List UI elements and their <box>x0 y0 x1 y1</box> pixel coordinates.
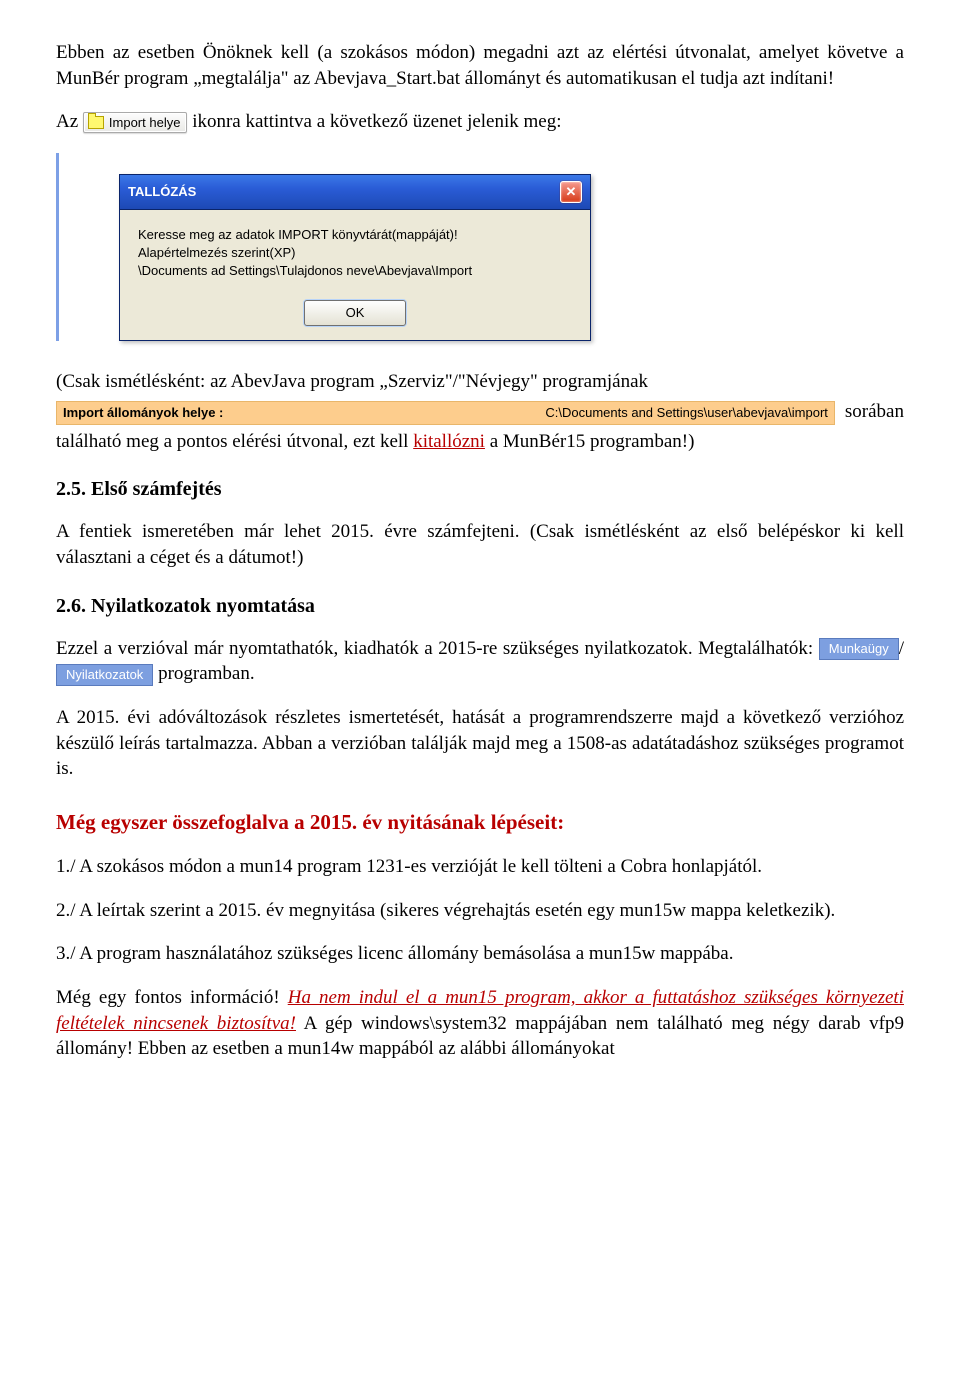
folder-icon <box>88 116 104 129</box>
menu-chip-munkaugy[interactable]: Munkaügy <box>819 638 899 660</box>
close-icon[interactable]: ✕ <box>560 181 582 203</box>
import-helye-button[interactable]: Import helye <box>83 112 188 133</box>
intro-paragraph: Ebben az esetben Önöknek kell (a szokáso… <box>56 40 904 91</box>
heading-2-5: 2.5. Első számfejtés <box>56 476 904 503</box>
p26a-text: Ezzel a verzióval már nyomtathatók, kiad… <box>56 638 819 659</box>
heading-2-6: 2.6. Nyilatkozatok nyomtatása <box>56 593 904 620</box>
after-dialog-pre: (Csak ismétlésként: az AbevJava program … <box>56 369 904 395</box>
menu-chip-nyilatkozatok[interactable]: Nyilatkozatok <box>56 664 153 686</box>
ok-button[interactable]: OK <box>304 300 406 326</box>
import-path-value: C:\Documents and Settings\user\abevjava\… <box>545 405 828 421</box>
after-dialog-block: (Csak ismétlésként: az AbevJava program … <box>56 369 904 454</box>
step-2: 2./ A leírtak szerint a 2015. év megnyit… <box>56 898 904 924</box>
import-helye-label: Import helye <box>109 115 181 130</box>
dialog-line3: \Documents ad Settings\Tulajdonos neve\A… <box>138 262 572 280</box>
dialog-button-row: OK <box>120 296 590 340</box>
last-paragraph: Még egy fontos információ! Ha nem indul … <box>56 985 904 1062</box>
icon-line: Az Import helye ikonra kattintva a követ… <box>56 109 904 135</box>
import-path-bar: Import állományok helye : C:\Documents a… <box>56 401 835 425</box>
paragraph-2-6-b: A 2015. évi adóváltozások részletes isme… <box>56 705 904 782</box>
after-dialog-line2a: található meg a pontos elérési útvonal, … <box>56 431 413 452</box>
dialog-left-edge: TALLÓZÁS ✕ Keresse meg az adatok IMPORT … <box>56 153 904 341</box>
paragraph-2-5: A fentiek ismeretében már lehet 2015. év… <box>56 519 904 570</box>
dialog-title: TALLÓZÁS <box>128 183 196 201</box>
after-dialog-line2b: a MunBér15 programban!) <box>485 431 694 452</box>
kitallozni-text: kitallózni <box>413 431 485 452</box>
p26b-text: programban. <box>153 663 254 684</box>
soraban-text: sorában <box>845 399 904 425</box>
import-path-label: Import állományok helye : <box>63 405 223 421</box>
tallozas-dialog: TALLÓZÁS ✕ Keresse meg az adatok IMPORT … <box>119 174 591 341</box>
az-suffix: ikonra kattintva a következő üzenet jele… <box>192 111 561 132</box>
last-pre: Még egy fontos információ! <box>56 987 288 1008</box>
dialog-line2: Alapértelmezés szerint(XP) <box>138 244 572 262</box>
paragraph-2-6-a: Ezzel a verzióval már nyomtathatók, kiad… <box>56 636 904 687</box>
az-prefix: Az <box>56 111 78 132</box>
dialog-body: Keresse meg az adatok IMPORT könyvtárát(… <box>120 210 590 297</box>
dialog-titlebar: TALLÓZÁS ✕ <box>120 175 590 210</box>
step-3: 3./ A program használatához szükséges li… <box>56 941 904 967</box>
dialog-line1: Keresse meg az adatok IMPORT könyvtárát(… <box>138 226 572 244</box>
heading-summary: Még egyszer összefoglalva a 2015. év nyi… <box>56 808 904 836</box>
slash-text: / <box>899 638 904 659</box>
step-1: 1./ A szokásos módon a mun14 program 123… <box>56 854 904 880</box>
